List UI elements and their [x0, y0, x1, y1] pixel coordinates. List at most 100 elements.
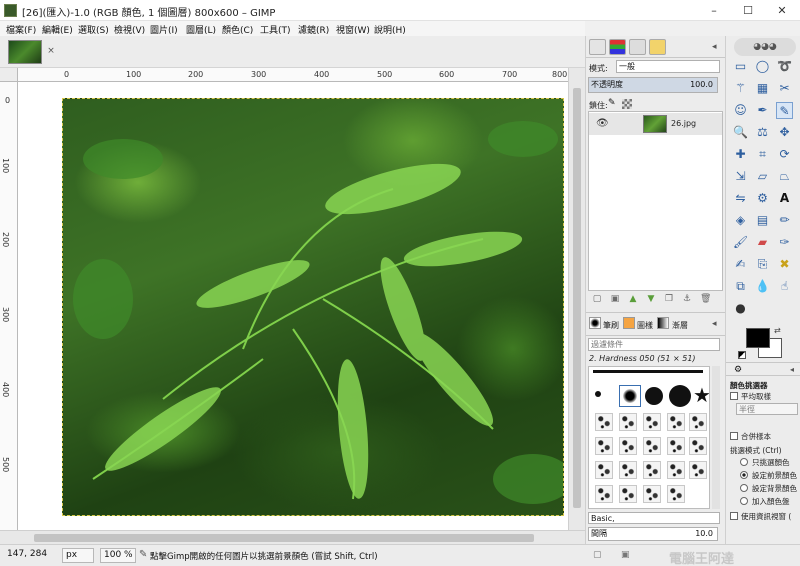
visibility-eye-icon[interactable]: 👁 — [596, 118, 609, 129]
brush-item[interactable] — [619, 461, 637, 479]
bucket-fill-icon[interactable]: ◈ — [732, 212, 749, 229]
tool-options-tab-icon[interactable]: ⚙ — [734, 365, 742, 375]
paintbrush-icon[interactable]: 🖌 — [732, 234, 749, 251]
canvas-area[interactable] — [18, 82, 568, 530]
brush-item[interactable] — [623, 389, 637, 403]
text-tool-icon[interactable]: A — [776, 190, 793, 207]
brush-item[interactable] — [643, 461, 661, 479]
dodge-burn-icon[interactable]: ● — [732, 300, 749, 317]
scale-icon[interactable]: ⇲ — [732, 168, 749, 185]
swap-colors-icon[interactable]: ⇄ — [774, 326, 781, 335]
menu-help[interactable]: 說明(H) — [374, 23, 406, 36]
rotate-icon[interactable]: ⟳ — [776, 146, 793, 163]
delete-layer-icon[interactable]: 🗑 — [700, 294, 711, 304]
move-icon[interactable]: ✥ — [776, 124, 793, 141]
brush-item[interactable] — [689, 413, 707, 431]
opacity-slider[interactable]: 不透明度 100.0 — [588, 77, 718, 93]
brushes-tab[interactable]: 筆刷 — [603, 320, 619, 331]
pick-fg-radio[interactable] — [740, 471, 748, 479]
patterns-tab-icon[interactable] — [623, 317, 635, 329]
menu-view[interactable]: 檢視(V) — [114, 23, 145, 36]
reset-colors-icon[interactable] — [738, 351, 746, 359]
heal-icon[interactable]: ✖ — [776, 256, 793, 273]
menu-edit[interactable]: 編輯(E) — [42, 23, 73, 36]
brush-item[interactable] — [595, 437, 613, 455]
paths-tab-icon[interactable] — [629, 39, 646, 55]
perspective-icon[interactable]: ⏢ — [776, 168, 793, 185]
brush-item[interactable] — [689, 461, 707, 479]
sample-average-checkbox[interactable] — [730, 392, 738, 400]
free-select-icon[interactable]: ➰ — [776, 58, 793, 75]
gradients-tab[interactable]: 漸層 — [672, 320, 688, 331]
lock-alpha-icon[interactable] — [622, 99, 632, 109]
pencil-icon[interactable]: ✏ — [776, 212, 793, 229]
layers-tab-icon[interactable] — [589, 39, 606, 55]
brush-grid-scrollbar[interactable] — [712, 366, 720, 509]
smudge-icon[interactable]: ☝ — [776, 278, 793, 295]
rect-select-icon[interactable]: ▭ — [732, 58, 749, 75]
menu-tools[interactable]: 工具(T) — [260, 23, 291, 36]
brush-item[interactable] — [669, 385, 691, 407]
patterns-tab[interactable]: 圖樣 — [637, 320, 653, 331]
horizontal-scrollbar[interactable] — [0, 530, 585, 544]
pick-palette-radio[interactable] — [740, 497, 748, 505]
minimize-button[interactable]: – — [697, 0, 731, 21]
brush-item[interactable] — [667, 485, 685, 503]
new-group-icon[interactable]: ▣ — [610, 294, 620, 304]
menu-windows[interactable]: 視窗(W) — [336, 23, 370, 36]
brush-grid[interactable]: ★ — [588, 366, 710, 509]
align-icon[interactable]: ✚ — [732, 146, 749, 163]
blend-icon[interactable]: ▤ — [754, 212, 771, 229]
close-button[interactable]: ✕ — [765, 0, 799, 21]
crop-icon[interactable]: ⌗ — [754, 146, 771, 163]
gradients-tab-icon[interactable] — [657, 317, 669, 329]
vertical-scroll-thumb[interactable] — [573, 88, 581, 508]
duplicate-layer-icon[interactable]: ❐ — [664, 294, 674, 304]
fuzzy-select-icon[interactable]: ⚚ — [732, 80, 749, 97]
spacing-slider[interactable]: 間隔 10.0 — [588, 527, 718, 541]
brush-item[interactable] — [689, 437, 707, 455]
radius-field[interactable]: 半徑 — [736, 403, 798, 415]
channels-tab-icon[interactable] — [609, 39, 626, 55]
undo-history-tab-icon[interactable] — [649, 39, 666, 55]
new-layer-icon[interactable]: ▢ — [592, 294, 602, 304]
mode-select[interactable]: 一般 — [616, 60, 720, 73]
zoom-select[interactable]: 100 % — [100, 548, 136, 563]
brush-item[interactable]: ★ — [693, 383, 709, 407]
use-info-window-checkbox[interactable] — [730, 512, 738, 520]
ellipse-select-icon[interactable]: ◯ — [754, 58, 771, 75]
lower-layer-icon[interactable]: ▼ — [646, 294, 656, 304]
dock-menu-icon[interactable]: ◂ — [712, 42, 717, 52]
paths-icon[interactable]: ✒ — [754, 102, 771, 119]
select-by-color-icon[interactable]: ▦ — [754, 80, 771, 97]
brush-item[interactable] — [619, 437, 637, 455]
brush-item[interactable] — [619, 413, 637, 431]
horizontal-ruler[interactable]: 0 100 200 300 400 500 600 700 800 — [18, 68, 568, 82]
tool-options-menu-icon[interactable]: ◂ — [790, 365, 794, 374]
image-tab-thumbnail[interactable] — [8, 40, 42, 64]
brush-item[interactable] — [645, 387, 663, 405]
brush-item[interactable] — [619, 485, 637, 503]
pick-bg-radio[interactable] — [740, 484, 748, 492]
zoom-icon[interactable]: 🔍 — [732, 124, 749, 141]
blur-icon[interactable]: 💧 — [754, 278, 771, 295]
brush-item[interactable] — [595, 391, 601, 397]
brush-item[interactable] — [595, 485, 613, 503]
brush-item[interactable] — [667, 437, 685, 455]
brush-item[interactable] — [643, 485, 661, 503]
brush-item[interactable] — [595, 413, 613, 431]
fern-image[interactable] — [62, 98, 564, 516]
brush-item[interactable] — [593, 370, 703, 373]
horizontal-scroll-thumb[interactable] — [34, 534, 534, 542]
color-picker-icon[interactable]: ✎ — [776, 102, 793, 119]
restore-preset-icon[interactable]: ▣ — [621, 550, 630, 560]
sample-merged-checkbox[interactable] — [730, 432, 738, 440]
vertical-scrollbar[interactable] — [568, 68, 585, 530]
save-preset-icon[interactable]: ▢ — [593, 550, 602, 560]
brush-dock-menu-icon[interactable]: ◂ — [712, 319, 717, 329]
brush-item[interactable] — [643, 437, 661, 455]
unit-select[interactable]: px — [62, 548, 94, 563]
brush-item[interactable] — [667, 461, 685, 479]
layer-row[interactable]: 👁 26.jpg — [589, 113, 722, 135]
shear-icon[interactable]: ▱ — [754, 168, 771, 185]
